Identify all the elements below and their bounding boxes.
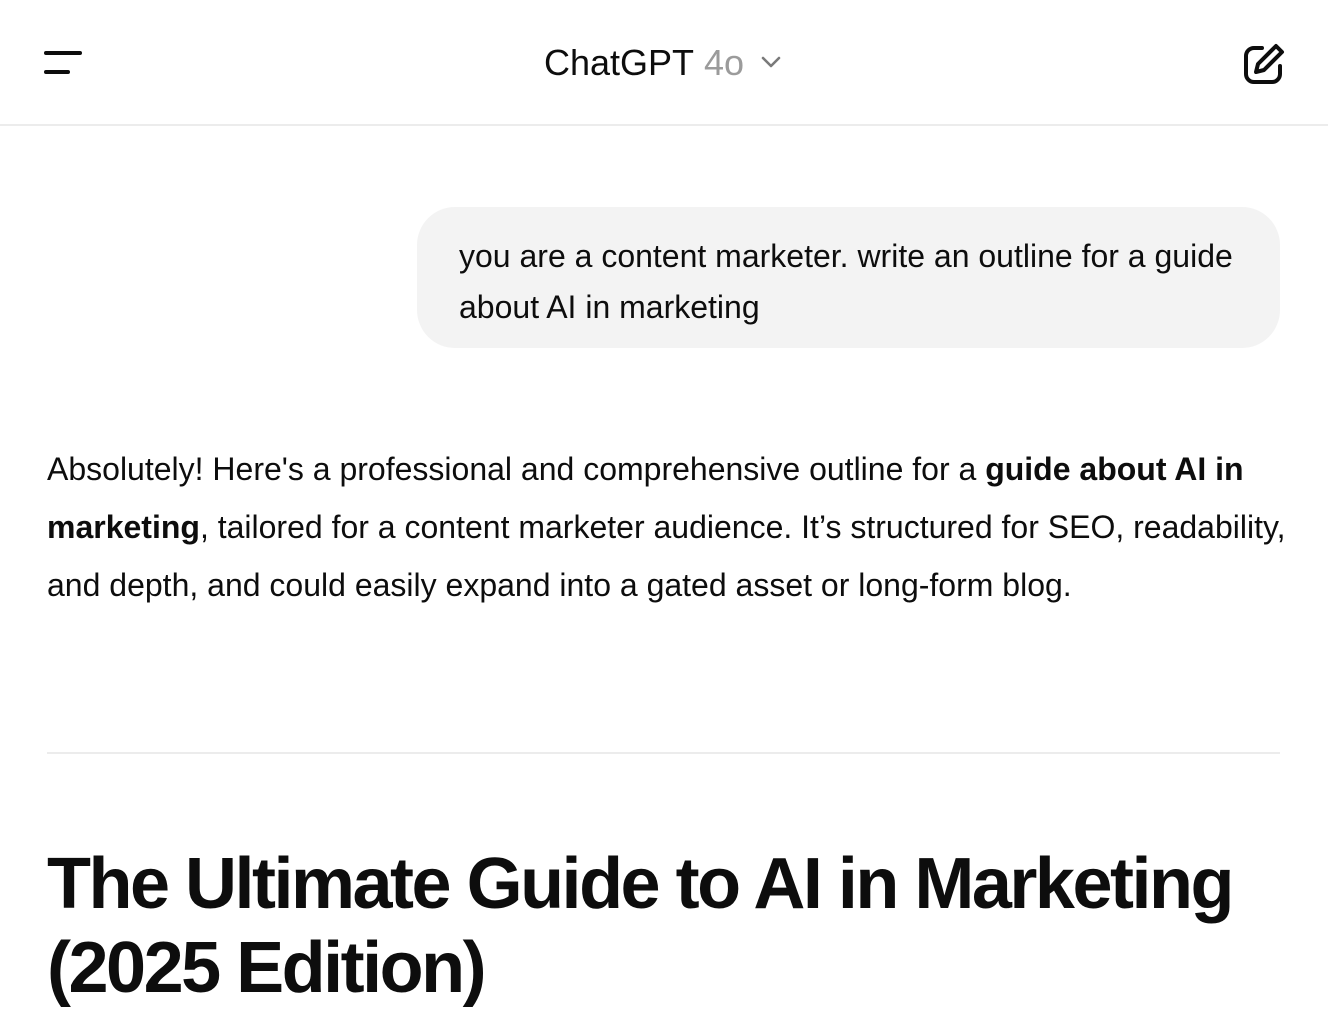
assistant-intro-text-cont: , tailored for a content marketer audien… (47, 509, 1286, 603)
assistant-intro-paragraph: Absolutely! Here's a professional and co… (47, 440, 1287, 614)
user-message-text: you are a content marketer. write an out… (459, 238, 1233, 325)
section-divider (47, 752, 1280, 754)
guide-heading: The Ultimate Guide to AI in Marketing (2… (47, 844, 1234, 1008)
new-chat-button[interactable] (1240, 40, 1288, 88)
user-message-bubble: you are a content marketer. write an out… (417, 207, 1280, 348)
chevron-down-icon (761, 57, 781, 68)
model-selector[interactable]: ChatGPT 4o (0, 40, 1328, 86)
app-title: ChatGPT (543, 42, 694, 83)
new-chat-icon (1244, 44, 1284, 84)
top-bar: ChatGPT 4o (0, 0, 1328, 126)
assistant-intro-text: Absolutely! Here's a professional and co… (47, 451, 986, 487)
model-name: 4o (704, 42, 745, 83)
